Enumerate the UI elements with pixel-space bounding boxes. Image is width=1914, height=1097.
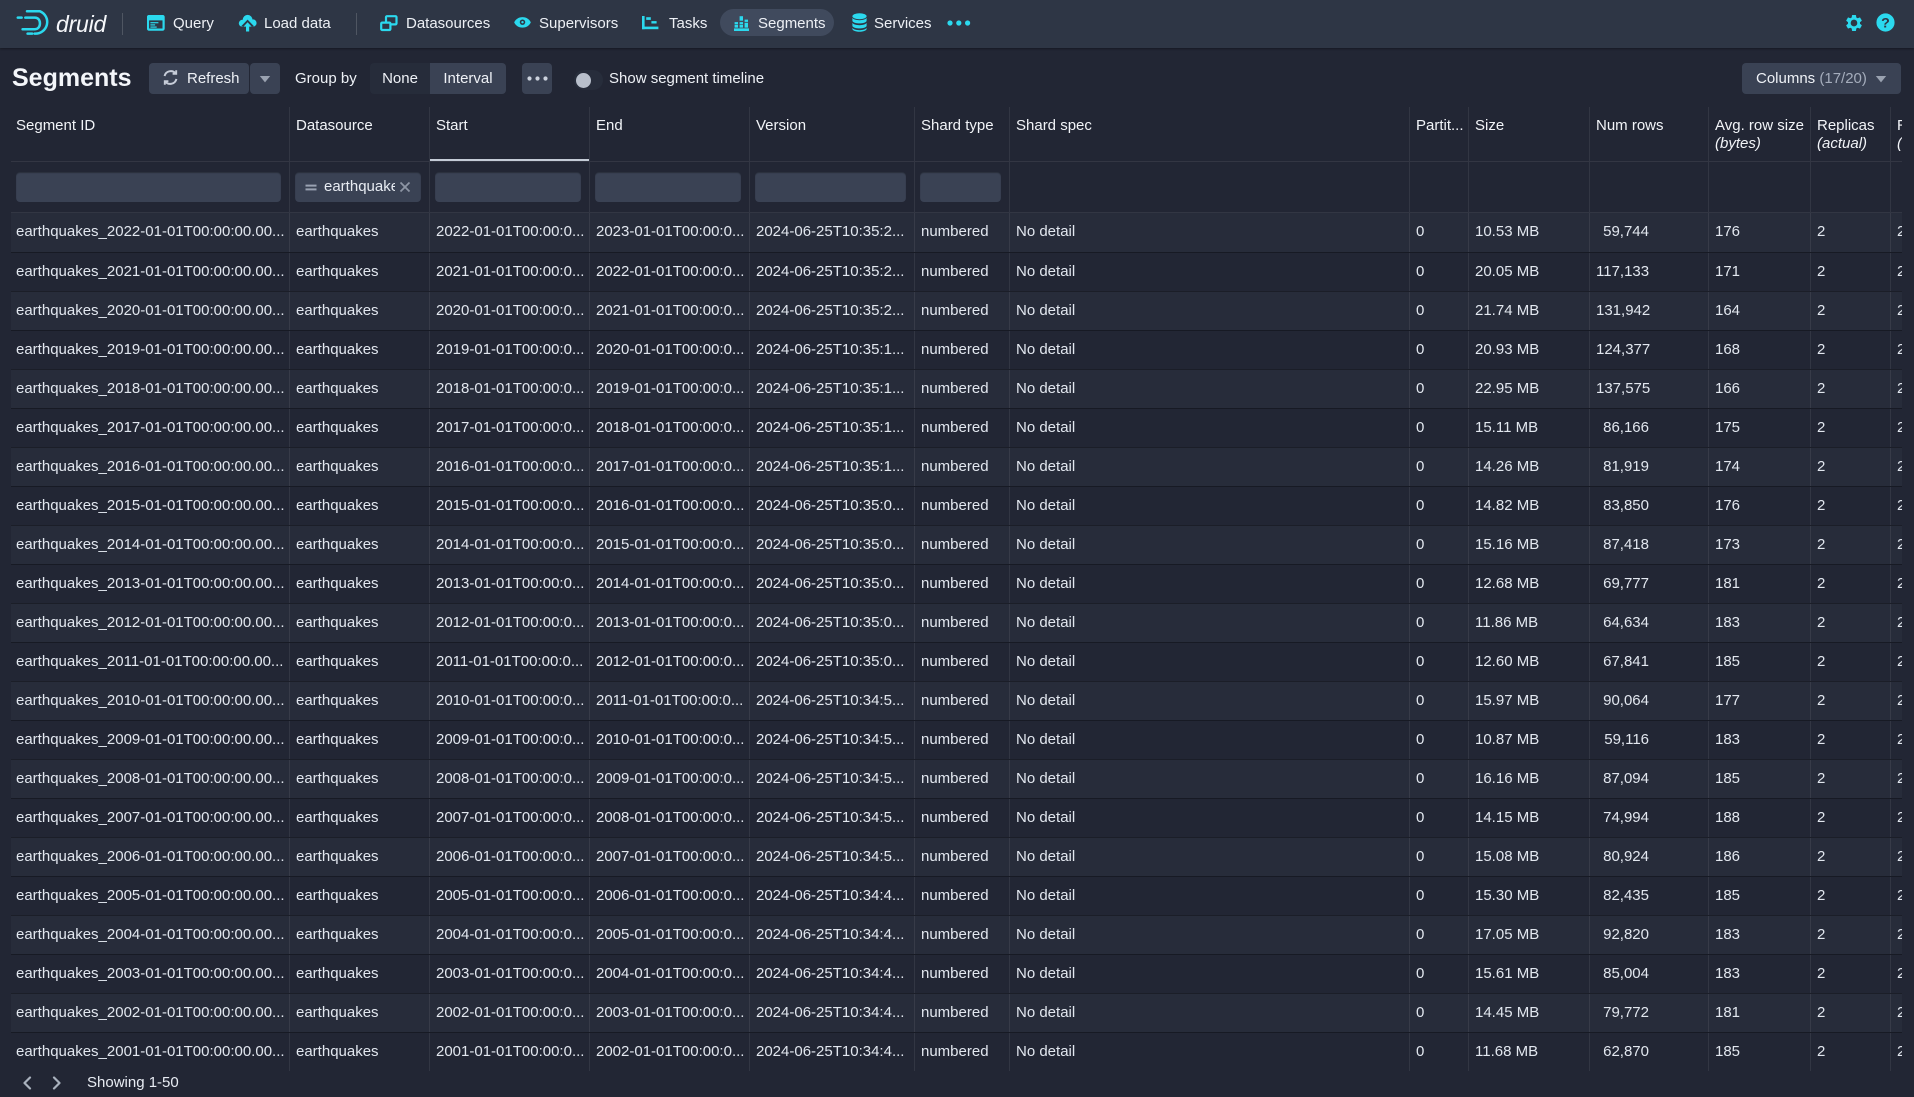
- svg-text:?: ?: [1881, 15, 1890, 31]
